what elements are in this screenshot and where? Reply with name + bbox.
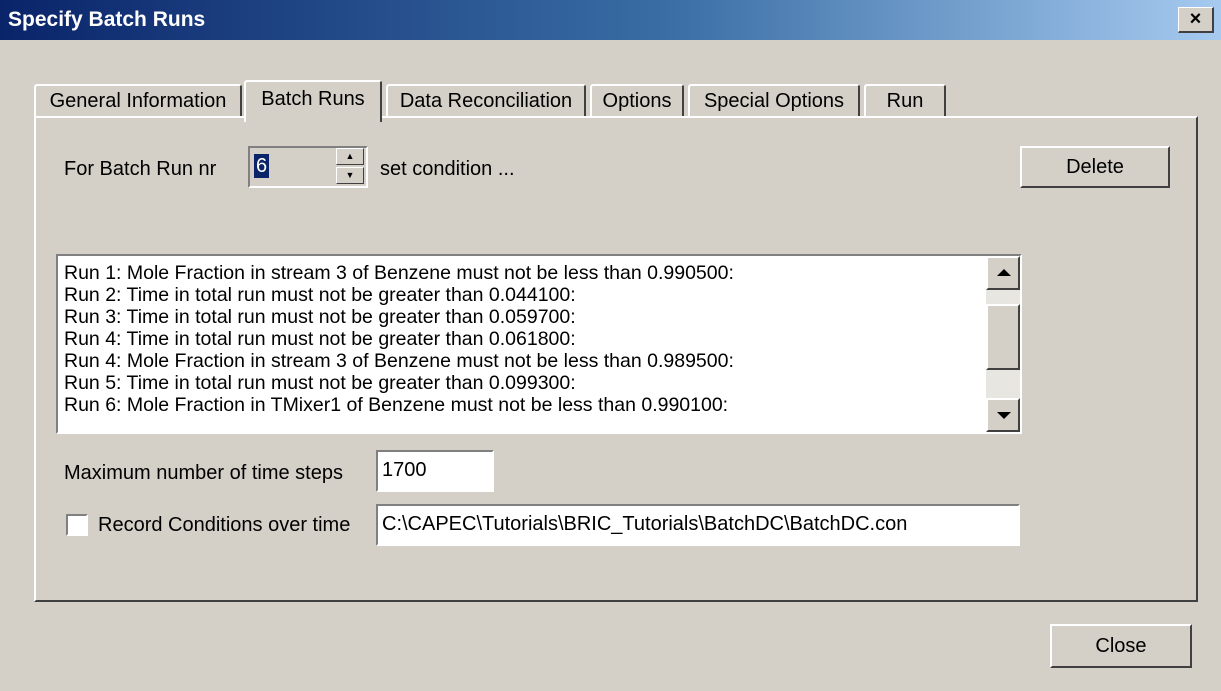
batch-run-label: For Batch Run nr (64, 158, 217, 180)
list-item[interactable]: Run 4: Time in total run must not be gre… (64, 328, 984, 350)
batch-run-value[interactable]: 6 (254, 154, 270, 178)
list-item[interactable]: Run 3: Time in total run must not be gre… (64, 306, 984, 328)
tab-batch-runs[interactable]: Batch Runs (244, 80, 382, 122)
record-conditions-checkbox[interactable] (66, 514, 88, 536)
list-item[interactable]: Run 5: Time in total run must not be gre… (64, 372, 984, 394)
conditions-scrollbar[interactable] (986, 256, 1020, 432)
spin-up-icon[interactable]: ▲ (336, 148, 364, 165)
batch-run-spinner[interactable]: 6 ▲ ▼ (248, 146, 368, 188)
title-bar: Specify Batch Runs × (0, 0, 1221, 40)
tab-general-information[interactable]: General Information (34, 84, 242, 118)
scroll-up-icon[interactable] (986, 256, 1020, 290)
list-item[interactable]: Run 2: Time in total run must not be gre… (64, 284, 984, 306)
spin-down-icon[interactable]: ▼ (336, 167, 364, 184)
window-close-button[interactable]: × (1178, 7, 1214, 33)
tab-options[interactable]: Options (590, 84, 684, 118)
delete-button[interactable]: Delete (1020, 146, 1170, 188)
record-conditions-label: Record Conditions over time (98, 514, 351, 536)
close-icon: × (1189, 8, 1202, 30)
window-title: Specify Batch Runs (8, 8, 206, 31)
record-file-path-input[interactable]: C:\CAPEC\Tutorials\BRIC_Tutorials\BatchD… (376, 504, 1020, 546)
max-steps-label: Maximum number of time steps (64, 462, 343, 484)
list-item[interactable]: Run 6: Mole Fraction in TMixer1 of Benze… (64, 394, 984, 416)
max-steps-input[interactable]: 1700 (376, 450, 494, 492)
list-item[interactable]: Run 1: Mole Fraction in stream 3 of Benz… (64, 262, 984, 284)
scroll-down-icon[interactable] (986, 398, 1020, 432)
list-item[interactable]: Run 4: Mole Fraction in stream 3 of Benz… (64, 350, 984, 372)
tab-special-options[interactable]: Special Options (688, 84, 860, 118)
conditions-list-items: Run 1: Mole Fraction in stream 3 of Benz… (64, 262, 984, 416)
set-condition-label: set condition ... (380, 158, 515, 180)
tab-data-reconciliation[interactable]: Data Reconciliation (386, 84, 586, 118)
scrollbar-thumb[interactable] (986, 304, 1020, 370)
conditions-list[interactable]: Run 1: Mole Fraction in stream 3 of Benz… (56, 254, 1022, 434)
close-button[interactable]: Close (1050, 624, 1192, 668)
tab-run[interactable]: Run (864, 84, 946, 118)
